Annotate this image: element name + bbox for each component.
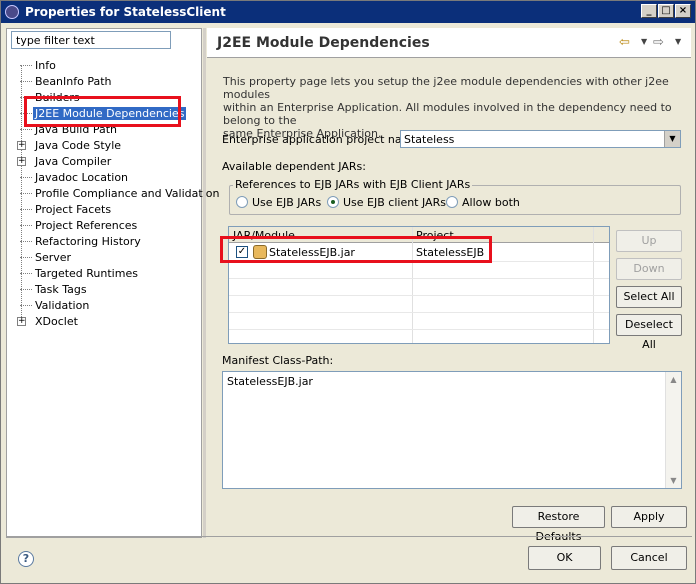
expand-icon[interactable]: + [17,141,26,150]
maximize-button[interactable]: □ [658,4,674,18]
manifest-label: Manifest Class-Path: [222,354,334,367]
select-all-button[interactable]: Select All [616,286,682,308]
radio-indicator[interactable] [446,196,458,208]
back-dropdown-icon[interactable]: ▼ [641,37,647,46]
tree-item-label: Info [35,59,56,72]
back-arrow-icon[interactable]: ⇦ [619,35,630,50]
highlight-box-tree-item [24,96,181,127]
footer-separator [6,536,692,537]
apply-button[interactable]: Apply [611,506,687,528]
tree-connector [20,65,32,66]
tree-item-label: Server [35,251,72,264]
tree-item-label: Javadoc Location [35,171,129,184]
tree-connector [20,289,32,290]
scroll-down-icon[interactable]: ▼ [666,473,681,488]
tree-item-label: Java Code Style [35,139,122,152]
tree-guide-line [21,65,22,323]
tree-item-label: Profile Compliance and Validation [35,187,220,200]
page-title: J2EE Module Dependencies [217,35,430,51]
tree-item-label: Project Facets [35,203,112,216]
expand-icon[interactable]: + [17,317,26,326]
tree-item-label: XDoclet [35,315,78,328]
manifest-classpath-textarea[interactable]: StatelessEJB.jar ▲ ▼ [222,371,682,489]
title-bar: Properties for StatelessClient _ □ × [1,1,695,23]
tree-connector [20,209,32,210]
tree-item-label: BeanInfo Path [35,75,112,88]
restore-defaults-button[interactable]: Restore Defaults [512,506,605,543]
page-header: J2EE Module Dependencies ⇦ ▼ ⇨ ▼ [207,28,691,58]
forward-arrow-icon[interactable]: ⇨ [653,35,664,50]
tree-connector [20,129,32,130]
forward-dropdown-icon[interactable]: ▼ [675,37,681,46]
filter-input[interactable] [11,31,171,49]
tree-connector [20,241,32,242]
ejb-references-group-title: References to EJB JARs with EJB Client J… [233,178,473,191]
tree-connector [20,257,32,258]
tree-item-label: Java Compiler [35,155,112,168]
down-button[interactable]: Down [616,258,682,280]
tree-item-label: Project References [35,219,138,232]
radio-indicator[interactable] [327,196,339,208]
chevron-down-icon[interactable]: ▼ [664,131,680,147]
project-name-combo[interactable]: Stateless ▼ [400,130,681,148]
close-button[interactable]: × [675,4,691,18]
tree-item-label: Refactoring History [35,235,141,248]
up-button[interactable]: Up [616,230,682,252]
tree-item-label: Validation [35,299,90,312]
row-divider [229,312,609,313]
highlight-box-jar-row [220,236,492,263]
deselect-all-button[interactable]: Deselect All [616,314,682,351]
project-name-value: Stateless [404,133,455,146]
row-divider [229,295,609,296]
tree-connector [20,177,32,178]
properties-dialog: Properties for StatelessClient _ □ × Inf… [0,0,696,584]
row-divider [229,329,609,330]
panel-sash[interactable] [203,28,206,538]
tree-connector [20,81,32,82]
project-name-label: Enterprise application project name: [222,133,423,146]
row-divider [229,278,609,279]
window-title: Properties for StatelessClient [25,5,226,19]
tree-item-label: Task Tags [35,283,87,296]
tree-item-label: Targeted Runtimes [35,267,138,280]
tree-connector [20,305,32,306]
manifest-value: StatelessEJB.jar [227,375,313,388]
available-jars-label: Available dependent JARs: [222,160,366,173]
tree-connector [20,225,32,226]
expand-icon[interactable]: + [17,157,26,166]
tree-connector [20,273,32,274]
cancel-button[interactable]: Cancel [611,546,687,570]
scroll-up-icon[interactable]: ▲ [666,372,681,387]
ok-button[interactable]: OK [528,546,601,570]
manifest-scrollbar[interactable]: ▲ ▼ [665,372,681,488]
eclipse-icon [5,5,19,19]
help-icon[interactable]: ? [18,551,34,567]
tree-connector [20,193,32,194]
minimize-button[interactable]: _ [641,4,657,18]
radio-indicator[interactable] [236,196,248,208]
